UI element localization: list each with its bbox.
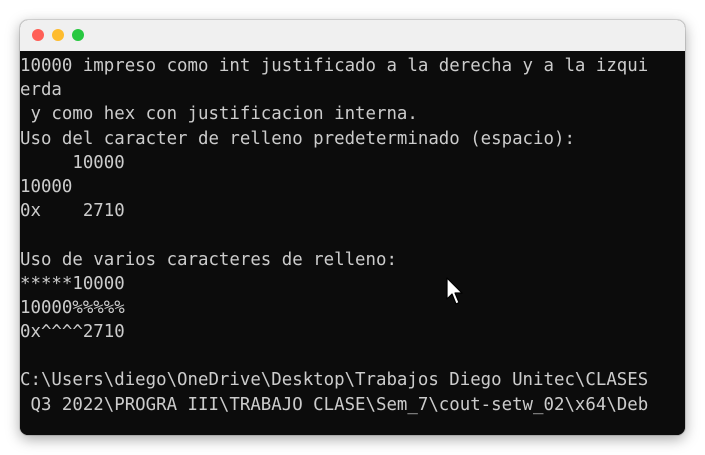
console-line: 0x 2710 xyxy=(20,201,125,222)
console-line: Q3 2022\PROGRA III\TRABAJO CLASE\Sem_7\c… xyxy=(20,394,649,415)
console-line: 10000 impreso como int justificado a la … xyxy=(20,56,649,76)
minimize-button[interactable] xyxy=(52,29,64,41)
console-line: Uso de varios caracteres de relleno: xyxy=(20,249,397,270)
console-lines: 10000 impreso como int justificado a la … xyxy=(20,54,648,417)
console-line: 10000 xyxy=(20,152,125,173)
maximize-button[interactable] xyxy=(72,29,84,41)
console-line: 0x^^^^2710 xyxy=(20,322,125,343)
arrow-cursor-icon xyxy=(446,277,463,305)
console-line: C:\Users\diego\OneDrive\Desktop\Trabajos… xyxy=(20,370,649,391)
terminal-window: 10000 impreso como int justificado a la … xyxy=(20,20,685,435)
console-line: Uso del caracter de relleno predetermina… xyxy=(20,128,575,149)
console-line: 10000 xyxy=(20,176,73,197)
console-line: erda xyxy=(20,80,62,101)
title-bar[interactable] xyxy=(20,20,685,51)
close-button[interactable] xyxy=(32,29,44,41)
console-line: y como hex con justificacion interna. xyxy=(20,104,418,125)
console-line: 10000%%%%% xyxy=(20,297,125,318)
console-line: *****10000 xyxy=(20,273,125,294)
console-output[interactable]: 10000 impreso como int justificado a la … xyxy=(20,51,685,435)
